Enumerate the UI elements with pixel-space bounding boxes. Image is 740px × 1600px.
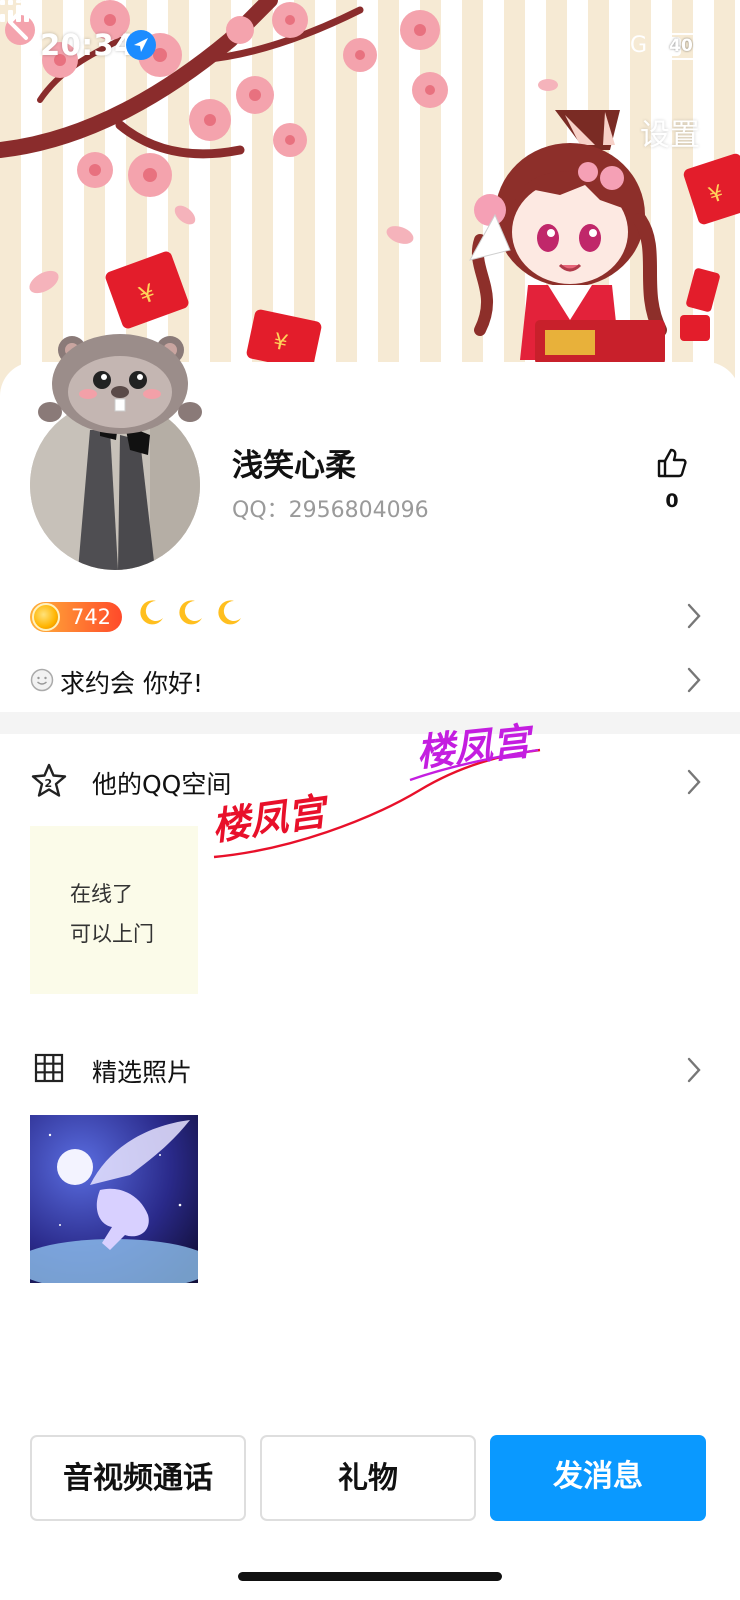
battery-icon: 40 — [658, 33, 709, 60]
gift-button[interactable]: 礼物 — [260, 1435, 476, 1521]
qzone-post-line: 在线了 — [70, 882, 133, 906]
crescent-moon-icon — [136, 598, 166, 628]
like-count: 0 — [665, 490, 679, 512]
settings-button[interactable]: 设置 — [640, 110, 700, 154]
av-call-button[interactable]: 音视频通话 — [30, 1435, 246, 1521]
status-time: 20:34 — [40, 28, 135, 62]
watermark-text: 楼凤宫 — [209, 789, 333, 849]
qq-number: QQ：2956804096 — [232, 498, 429, 523]
qzone-post-card[interactable]: 在线了 可以上门 — [30, 826, 198, 994]
svg-text:2: 2 — [45, 777, 53, 790]
chevron-right-icon — [687, 769, 701, 795]
level-value: 742 — [70, 605, 112, 629]
crescent-moon-icon — [214, 598, 244, 628]
photos-title: 精选照片 — [92, 1058, 193, 1087]
thumbs-up-icon[interactable] — [655, 446, 689, 480]
send-message-button[interactable]: 发消息 — [490, 1435, 706, 1521]
personal-signature: 求约会 你好! — [60, 669, 203, 698]
avatar[interactable] — [30, 332, 202, 570]
profile-nickname: 浅笑心柔 — [232, 448, 356, 484]
watermark-text: 楼凤宫 — [414, 719, 537, 775]
location-arrow-icon — [126, 30, 156, 60]
chevron-right-icon — [687, 603, 701, 629]
chevron-left-icon[interactable] — [0, 0, 40, 44]
watermark: 楼凤宫 楼凤宫 — [209, 719, 541, 859]
level-moons — [136, 598, 248, 634]
selected-photo-thumbnail[interactable] — [30, 1115, 198, 1283]
home-indicator[interactable] — [238, 1572, 502, 1581]
status-bar: 20:34 5G 40 — [0, 0, 740, 95]
grid-icon — [34, 1053, 64, 1083]
crescent-moon-icon — [175, 598, 205, 628]
chevron-right-icon — [687, 1057, 701, 1083]
network-type: 5G — [616, 33, 648, 58]
sun-coin-icon — [32, 603, 60, 631]
battery-level: 40 — [669, 36, 693, 56]
star-icon: 2 — [31, 763, 67, 797]
chevron-right-icon — [687, 667, 701, 693]
smile-icon — [30, 668, 54, 692]
qzone-post-line: 可以上门 — [70, 922, 154, 946]
level-badge: 742 — [30, 602, 122, 632]
hamster-frame-icon — [38, 334, 202, 434]
